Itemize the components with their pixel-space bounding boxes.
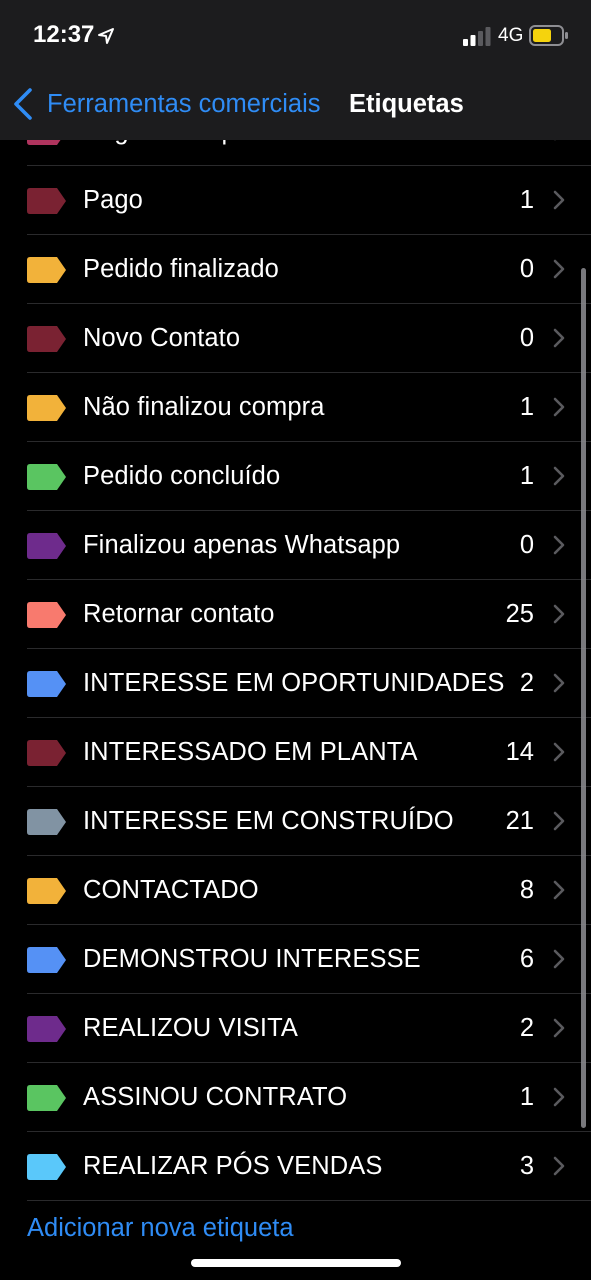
tag-row[interactable]: Finalizou apenas Whatsapp 0 [0,511,591,580]
chevron-right-icon [548,948,570,970]
chevron-right-icon [548,603,570,625]
tag-label: Finalizou apenas Whatsapp [83,531,401,559]
chevron-right-icon [548,672,570,694]
tag-count: 0 [519,324,534,352]
tag-row[interactable]: Pago 1 [0,166,591,235]
screen: Pagamento pendente0Pago1Pedido finalizad… [0,0,591,1280]
tag-label: REALIZOU VISITA [83,1014,298,1042]
chevron-right-icon [548,741,570,763]
tag-icon [27,1085,67,1111]
chevron-left-icon [14,88,32,120]
tag-count: 1 [519,462,534,490]
tag-icon [27,947,67,973]
home-indicator[interactable] [191,1259,401,1267]
chevron-right-icon [548,1017,570,1039]
tag-label: Novo Contato [83,324,241,352]
tag-count: 0 [519,255,534,283]
tag-count: 0 [519,531,534,559]
tag-label: ASSINOU CONTRATO [83,1083,348,1111]
location-arrow-icon [98,28,114,44]
tag-count: 6 [519,945,534,973]
tag-label: INTERESSE EM OPORTUNIDADES [83,669,505,697]
tag-row[interactable]: Pedido finalizado 0 [0,235,591,304]
chevron-right-icon [548,189,570,211]
chevron-right-icon [548,810,570,832]
tag-icon [27,188,67,214]
tag-label: INTERESSADO EM PLANTA [83,738,418,766]
tag-row[interactable]: Novo Contato 0 [0,304,591,373]
tag-count: 1 [519,186,534,214]
tag-icon [27,878,67,904]
tag-count: 25 [505,600,534,628]
chevron-right-icon [548,465,570,487]
tag-row[interactable]: REALIZAR PÓS VENDAS 3 [0,1132,591,1201]
tag-count: 3 [519,1152,534,1180]
tag-icon [27,257,67,283]
tag-row[interactable]: INTERESSE EM OPORTUNIDADES 2 [0,649,591,718]
status-bar: 12:37 4G [0,0,591,72]
tag-count: 1 [519,393,534,421]
tag-icon [27,602,67,628]
tag-row[interactable]: CONTACTADO 8 [0,856,591,925]
tag-icon [27,464,67,490]
scroll-indicator[interactable] [581,268,586,1128]
tag-row[interactable]: Não finalizou compra 1 [0,373,591,442]
tag-label: Pedido finalizado [83,255,279,283]
tag-row[interactable]: Retornar contato 25 [0,580,591,649]
tag-icon [27,1016,67,1042]
tag-icon [27,671,67,697]
tag-icon [27,1154,67,1180]
tag-label: Pago [83,186,143,214]
chevron-right-icon [548,258,570,280]
tag-icon [27,809,67,835]
tag-label: REALIZAR PÓS VENDAS [83,1152,383,1180]
tag-count: 1 [519,1083,534,1111]
battery-icon [529,25,568,46]
tag-row[interactable]: DEMONSTROU INTERESSE 6 [0,925,591,994]
network-type: 4G [498,25,524,46]
tag-row[interactable]: REALIZOU VISITA 2 [0,994,591,1063]
tag-count: 2 [519,1014,534,1042]
chevron-right-icon [548,534,570,556]
page-title: Etiquetas [349,90,464,118]
back-button-label: Ferramentas comerciais [47,89,321,118]
chevron-right-icon [548,396,570,418]
navigation-bar: Ferramentas comerciais Etiquetas [0,72,591,140]
tag-count: 8 [519,876,534,904]
back-button[interactable]: Ferramentas comerciais [12,72,321,136]
row-separator [27,1200,591,1201]
header: 12:37 4G Ferramentas comerciais Etiqueta… [0,0,591,140]
tag-row[interactable]: Pedido concluído 1 [0,442,591,511]
tag-icon [27,326,67,352]
tag-count: 21 [505,807,534,835]
tag-row[interactable]: INTERESSADO EM PLANTA 14 [0,718,591,787]
tag-label: INTERESSE EM CONSTRUÍDO [83,807,454,835]
chevron-right-icon [548,1155,570,1177]
tag-icon [27,395,67,421]
chevron-right-icon [548,327,570,349]
status-time: 12:37 [33,21,95,48]
tag-count: 14 [505,738,534,766]
signal-bars-icon [463,27,491,46]
tag-label: Retornar contato [83,600,275,628]
tag-row[interactable]: ASSINOU CONTRATO 1 [0,1063,591,1132]
add-tag-link[interactable]: Adicionar nova etiqueta [27,1214,294,1243]
tag-label: Não finalizou compra [83,393,325,421]
chevron-right-icon [548,1086,570,1108]
tag-icon [27,740,67,766]
tag-icon [27,533,67,559]
chevron-right-icon [548,879,570,901]
tag-count: 2 [519,669,534,697]
tag-row[interactable]: INTERESSE EM CONSTRUÍDO 21 [0,787,591,856]
tag-label: DEMONSTROU INTERESSE [83,945,421,973]
tag-label: Pedido concluído [83,462,281,490]
tag-label: CONTACTADO [83,876,259,904]
tag-list: Pagamento pendente0Pago1Pedido finalizad… [0,0,591,1280]
